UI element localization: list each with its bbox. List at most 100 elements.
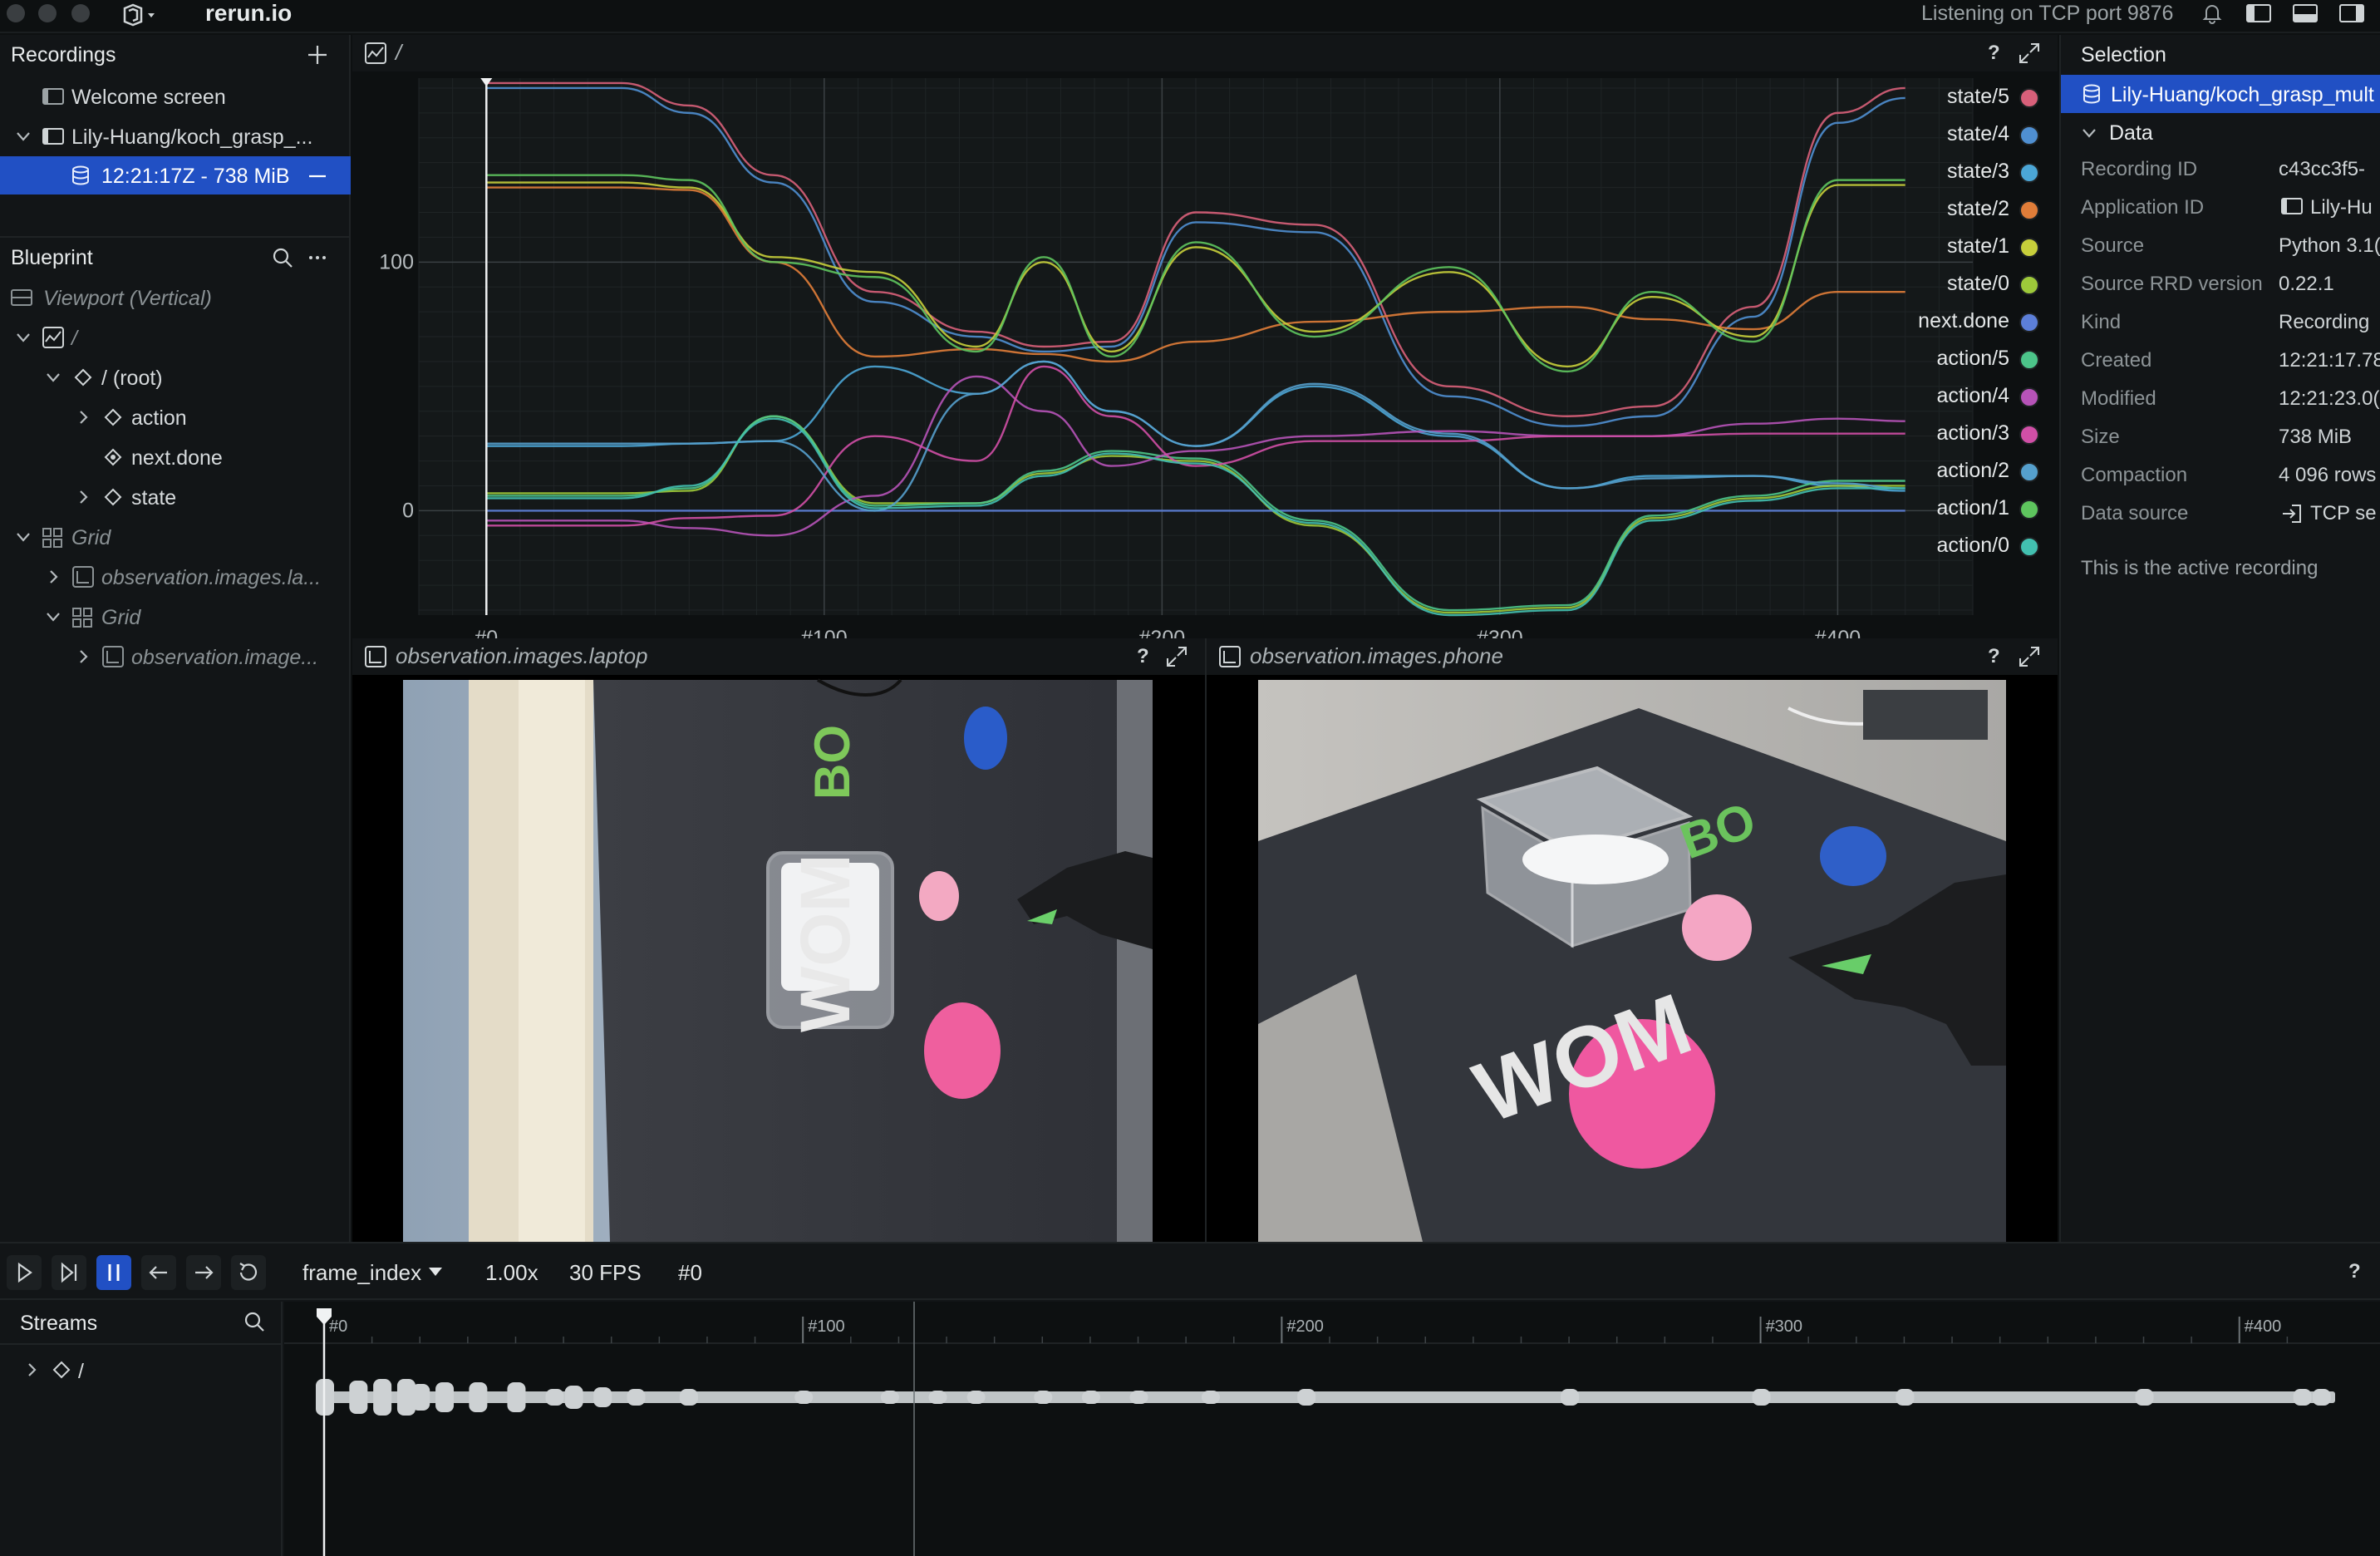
blueprint-root[interactable]: / (root): [0, 357, 351, 397]
legend-label: action/5: [1936, 347, 2009, 370]
stream-root-row[interactable]: /: [0, 1352, 283, 1388]
blueprint-label: action: [131, 406, 187, 430]
legend-item[interactable]: action/2: [1807, 452, 2048, 489]
field-value[interactable]: TCP se: [2310, 502, 2377, 525]
recording-welcome-screen[interactable]: Welcome screen: [0, 76, 351, 116]
blueprint-timeseries-view[interactable]: /: [0, 318, 351, 357]
laptop-image-view[interactable]: WOM BO: [352, 675, 1205, 1242]
playback-speed[interactable]: 1.00x: [485, 1260, 538, 1286]
loop-button[interactable]: [231, 1255, 266, 1290]
rerun-menu-icon[interactable]: [121, 3, 161, 28]
chevron-right-icon[interactable]: [22, 1360, 42, 1380]
chevron-down-icon[interactable]: [13, 126, 33, 146]
selection-item[interactable]: Lily-Huang/koch_grasp_mult: [2061, 75, 2380, 113]
help-button[interactable]: ?: [1137, 645, 1149, 668]
legend-item[interactable]: state/1: [1807, 228, 2048, 264]
timeline-area[interactable]: #0 #100 #200 #300 #400: [284, 1302, 2380, 1556]
data-density-bar[interactable]: [324, 1391, 2335, 1403]
legend-item[interactable]: state/4: [1807, 116, 2048, 152]
help-button[interactable]: ?: [1988, 42, 2000, 65]
chevron-right-icon[interactable]: [73, 407, 93, 427]
recording-label: Welcome screen: [71, 86, 226, 109]
recording-app-koch-grasp[interactable]: Lily-Huang/koch_grasp_...: [0, 116, 351, 156]
chevron-down-icon[interactable]: [13, 327, 33, 347]
phone-view-header: observation.images.phone ?: [1207, 638, 2058, 675]
chevron-down-icon[interactable]: [2079, 123, 2099, 143]
blueprint-grid-nested[interactable]: Grid: [0, 597, 351, 637]
field-value[interactable]: Lily-Hu: [2310, 196, 2373, 219]
image-view-icon: [364, 645, 387, 668]
maximize-icon[interactable]: [2018, 42, 2041, 65]
chevron-right-icon[interactable]: [43, 567, 63, 587]
field-key: Modified: [2081, 387, 2156, 410]
blueprint-viewport[interactable]: Viewport (Vertical): [0, 278, 351, 318]
chevron-down-icon[interactable]: [43, 607, 63, 627]
blueprint-state[interactable]: state: [0, 477, 351, 517]
chevron-down-icon[interactable]: [13, 527, 33, 547]
blueprint-laptop-view[interactable]: observation.images.la...: [0, 557, 351, 597]
field-value[interactable]: Recording: [2279, 311, 2369, 334]
help-button[interactable]: ?: [2348, 1260, 2361, 1283]
play-button[interactable]: [7, 1255, 42, 1290]
toggle-right-panel-icon[interactable]: [2338, 2, 2365, 25]
window-close-button[interactable]: [7, 4, 25, 22]
legend-item[interactable]: state/0: [1807, 265, 2048, 302]
field-value[interactable]: 12:21:17.78: [2279, 349, 2380, 372]
window-zoom-button[interactable]: [71, 4, 90, 22]
legend-item[interactable]: state/5: [1807, 78, 2048, 115]
playback-fps[interactable]: 30 FPS: [569, 1260, 642, 1286]
timeline-canvas[interactable]: #0 #100 #200 #300 #400: [284, 1302, 2380, 1556]
step-forward-button[interactable]: [186, 1255, 221, 1290]
phone-image-view[interactable]: WOM BO: [1207, 675, 2058, 1242]
close-recording-icon[interactable]: [306, 165, 329, 188]
chevron-down-icon[interactable]: [43, 367, 63, 387]
data-density-blob: [564, 1386, 583, 1409]
maximize-icon[interactable]: [2018, 645, 2041, 668]
legend-item[interactable]: action/0: [1807, 527, 2048, 564]
maximize-icon[interactable]: [1165, 645, 1188, 668]
field-value[interactable]: 4 096 rows: [2279, 464, 2376, 487]
pause-button[interactable]: [96, 1255, 131, 1290]
field-value[interactable]: 12:21:23.0(: [2279, 387, 2379, 411]
blueprint-grid[interactable]: Grid: [0, 517, 351, 557]
field-value[interactable]: Python 3.1(: [2279, 234, 2380, 258]
blueprint-phone-view[interactable]: observation.image...: [0, 637, 351, 677]
timeline-selector[interactable]: frame_index: [302, 1260, 421, 1286]
blueprint-next-done[interactable]: next.done: [0, 437, 351, 477]
add-recording-icon[interactable]: [306, 43, 329, 66]
field-value[interactable]: 0.22.1: [2279, 273, 2334, 296]
legend-item[interactable]: action/4: [1807, 377, 2048, 414]
legend-item[interactable]: action/3: [1807, 415, 2048, 451]
more-options-icon[interactable]: [306, 246, 329, 269]
legend-label: state/4: [1946, 122, 2009, 145]
toggle-bottom-panel-icon[interactable]: [2292, 2, 2319, 25]
data-density-blob: [2312, 1389, 2331, 1406]
chevron-right-icon[interactable]: [73, 647, 93, 667]
current-time[interactable]: #0: [678, 1260, 702, 1286]
legend-item[interactable]: action/1: [1807, 490, 2048, 526]
recording-selected-row[interactable]: 12:21:17Z - 738 MiB: [0, 156, 351, 194]
plot-canvas[interactable]: #0#100#200#300#4001000: [352, 71, 2058, 670]
app-name: rerun.io: [205, 0, 293, 26]
help-button[interactable]: ?: [1988, 645, 2000, 668]
step-back-button[interactable]: [141, 1255, 176, 1290]
dropdown-caret-icon[interactable]: [425, 1262, 445, 1282]
legend-item[interactable]: state/3: [1807, 153, 2048, 190]
blueprint-action[interactable]: action: [0, 397, 351, 437]
data-section-header[interactable]: Data: [2061, 115, 2380, 151]
search-icon[interactable]: [271, 246, 294, 269]
legend-label: state/1: [1946, 234, 2009, 258]
legend-item[interactable]: action/5: [1807, 340, 2048, 377]
legend-swatch: [2019, 313, 2039, 332]
window-minimize-button[interactable]: [38, 4, 57, 22]
timeseries-plot[interactable]: #0#100#200#300#4001000 state/5 state/4 sta…: [352, 71, 2058, 670]
notification-bell-icon[interactable]: [2201, 2, 2224, 25]
search-icon[interactable]: [243, 1310, 266, 1333]
field-value[interactable]: c43cc3f5-: [2279, 158, 2365, 181]
legend-item[interactable]: next.done: [1807, 303, 2048, 339]
follow-button[interactable]: [52, 1255, 86, 1290]
legend-item[interactable]: state/2: [1807, 190, 2048, 227]
toggle-left-panel-icon[interactable]: [2245, 2, 2272, 25]
field-value[interactable]: 738 MiB: [2279, 426, 2352, 449]
chevron-right-icon[interactable]: [73, 487, 93, 507]
